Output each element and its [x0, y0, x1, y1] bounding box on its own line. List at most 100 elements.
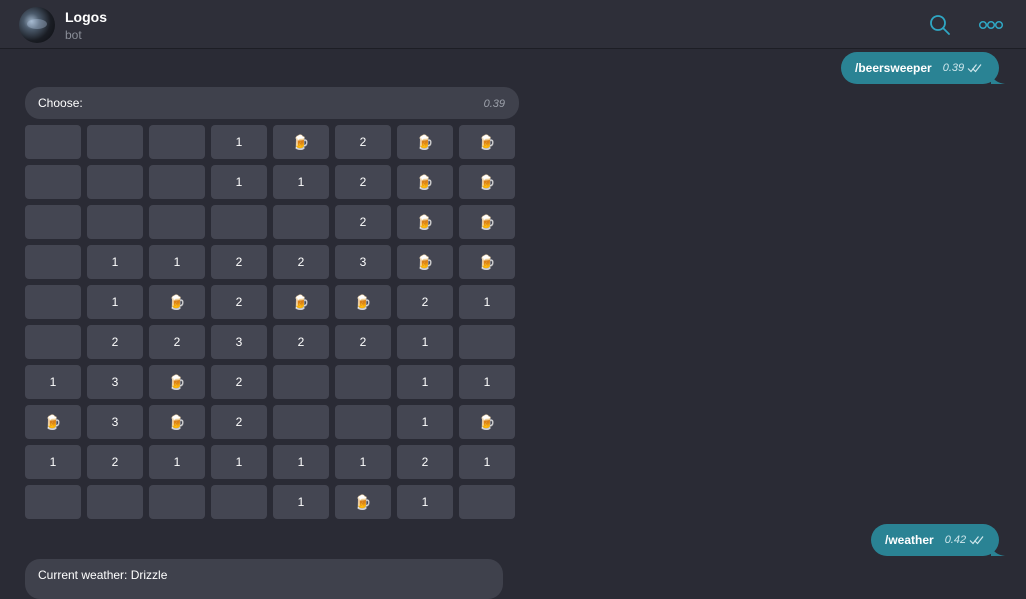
board-cell-button[interactable]: 🍺: [459, 125, 515, 159]
board-cell-button[interactable]: [149, 485, 205, 519]
board-cell-button[interactable]: 1: [87, 245, 143, 279]
board-cell-button[interactable]: 🍺: [335, 485, 391, 519]
board-cell-button[interactable]: 🍺: [25, 405, 81, 439]
board-cell-button[interactable]: [273, 405, 329, 439]
board-cell-button[interactable]: 1: [211, 125, 267, 159]
board-cell-button[interactable]: [87, 205, 143, 239]
board-cell-button[interactable]: [273, 205, 329, 239]
board-cell-button[interactable]: 3: [87, 365, 143, 399]
board-cell-button[interactable]: 3: [335, 245, 391, 279]
board-cell-button[interactable]: 1: [397, 485, 453, 519]
board-cell-button[interactable]: [87, 165, 143, 199]
board-cell-button[interactable]: 🍺: [397, 245, 453, 279]
board-cell-button[interactable]: 1: [397, 325, 453, 359]
board-cell-button[interactable]: [25, 245, 81, 279]
cell-value: 1: [297, 175, 305, 189]
cell-value: 1: [359, 455, 367, 469]
board-cell-button[interactable]: [87, 485, 143, 519]
board-cell-button[interactable]: 2: [335, 325, 391, 359]
board-cell-button[interactable]: 1: [149, 445, 205, 479]
board-cell-button[interactable]: 2: [211, 245, 267, 279]
board-cell-button[interactable]: 🍺: [459, 405, 515, 439]
board-cell-button[interactable]: 2: [211, 405, 267, 439]
cell-value: 1: [235, 455, 243, 469]
board-cell-button[interactable]: 🍺: [149, 365, 205, 399]
board-cell-button[interactable]: 🍺: [149, 405, 205, 439]
outgoing-message[interactable]: /weather 0.42: [871, 524, 1005, 556]
board-cell-button[interactable]: [149, 125, 205, 159]
board-cell-button[interactable]: 2: [335, 165, 391, 199]
board-cell-button[interactable]: 1: [25, 365, 81, 399]
board-cell-button[interactable]: 🍺: [273, 125, 329, 159]
outgoing-message[interactable]: /beersweeper 0.39: [841, 52, 1005, 84]
board-cell-button[interactable]: 1: [273, 445, 329, 479]
search-icon[interactable]: [929, 14, 951, 36]
incoming-message[interactable]: Choose: 0.39: [25, 87, 519, 119]
board-cell-button[interactable]: 1: [459, 445, 515, 479]
board-cell-button[interactable]: 1: [459, 285, 515, 319]
board-cell-button[interactable]: 2: [335, 125, 391, 159]
board-cell-button[interactable]: [25, 325, 81, 359]
beersweeper-board: 1 🍺 2 🍺 🍺 1 1 2 🍺 🍺 2 🍺 🍺 1 1 2 2 3 🍺 🍺 1 🍺 2 🍺 🍺 2 1 2 2 3 2 2 1 1 3 🍺 2 1 1 🍺…: [25, 125, 515, 519]
board-cell-button[interactable]: [211, 205, 267, 239]
beer-icon: 🍺: [44, 414, 62, 430]
board-cell-button[interactable]: 1: [273, 165, 329, 199]
board-cell-button[interactable]: 1: [211, 165, 267, 199]
board-cell-button[interactable]: 1: [149, 245, 205, 279]
board-cell-button[interactable]: 1: [87, 285, 143, 319]
cell-value: 3: [111, 375, 119, 389]
incoming-message[interactable]: Current weather: Drizzle: [25, 559, 503, 599]
board-cell-button[interactable]: [25, 285, 81, 319]
cell-value: 1: [297, 455, 305, 469]
more-icon[interactable]: [978, 18, 1004, 32]
board-cell-button[interactable]: 🍺: [459, 165, 515, 199]
board-cell-button[interactable]: 2: [273, 245, 329, 279]
board-cell-button[interactable]: 1: [335, 445, 391, 479]
board-cell-button[interactable]: [149, 165, 205, 199]
board-cell-button[interactable]: 1: [25, 445, 81, 479]
board-cell-button[interactable]: [25, 165, 81, 199]
beer-icon: 🍺: [478, 214, 496, 230]
board-cell-button[interactable]: [25, 125, 81, 159]
board-cell-button[interactable]: 1: [211, 445, 267, 479]
board-cell-button[interactable]: 🍺: [149, 285, 205, 319]
board-cell-button[interactable]: 🍺: [273, 285, 329, 319]
board-cell-button[interactable]: [211, 485, 267, 519]
board-cell-button[interactable]: [273, 365, 329, 399]
board-cell-button[interactable]: 3: [211, 325, 267, 359]
board-cell-button[interactable]: 1: [459, 365, 515, 399]
board-cell-button[interactable]: [459, 485, 515, 519]
chat-title[interactable]: Logos: [65, 9, 107, 25]
board-cell-button[interactable]: [87, 125, 143, 159]
board-cell-button[interactable]: 2: [87, 445, 143, 479]
board-cell-button[interactable]: 3: [87, 405, 143, 439]
cell-value: 2: [235, 415, 243, 429]
board-cell-button[interactable]: 2: [335, 205, 391, 239]
board-cell-button[interactable]: 🍺: [397, 205, 453, 239]
board-cell-button[interactable]: 1: [397, 365, 453, 399]
board-cell-button[interactable]: 🍺: [459, 245, 515, 279]
board-cell-button[interactable]: 1: [273, 485, 329, 519]
board-cell-button[interactable]: 2: [211, 365, 267, 399]
board-cell-button[interactable]: 2: [397, 445, 453, 479]
cell-value: 1: [173, 455, 181, 469]
board-cell-button[interactable]: 2: [149, 325, 205, 359]
board-cell-button[interactable]: [25, 205, 81, 239]
cell-value: 2: [421, 455, 429, 469]
bot-avatar[interactable]: [19, 7, 55, 43]
board-cell-button[interactable]: [25, 485, 81, 519]
beer-icon: 🍺: [416, 134, 434, 150]
board-cell-button[interactable]: 1: [397, 405, 453, 439]
board-cell-button[interactable]: 2: [211, 285, 267, 319]
board-cell-button[interactable]: 2: [397, 285, 453, 319]
board-cell-button[interactable]: [335, 365, 391, 399]
board-cell-button[interactable]: 2: [87, 325, 143, 359]
board-cell-button[interactable]: [149, 205, 205, 239]
board-cell-button[interactable]: 🍺: [397, 125, 453, 159]
board-cell-button[interactable]: [459, 325, 515, 359]
board-cell-button[interactable]: 🍺: [335, 285, 391, 319]
board-cell-button[interactable]: 2: [273, 325, 329, 359]
board-cell-button[interactable]: [335, 405, 391, 439]
board-cell-button[interactable]: 🍺: [397, 165, 453, 199]
board-cell-button[interactable]: 🍺: [459, 205, 515, 239]
